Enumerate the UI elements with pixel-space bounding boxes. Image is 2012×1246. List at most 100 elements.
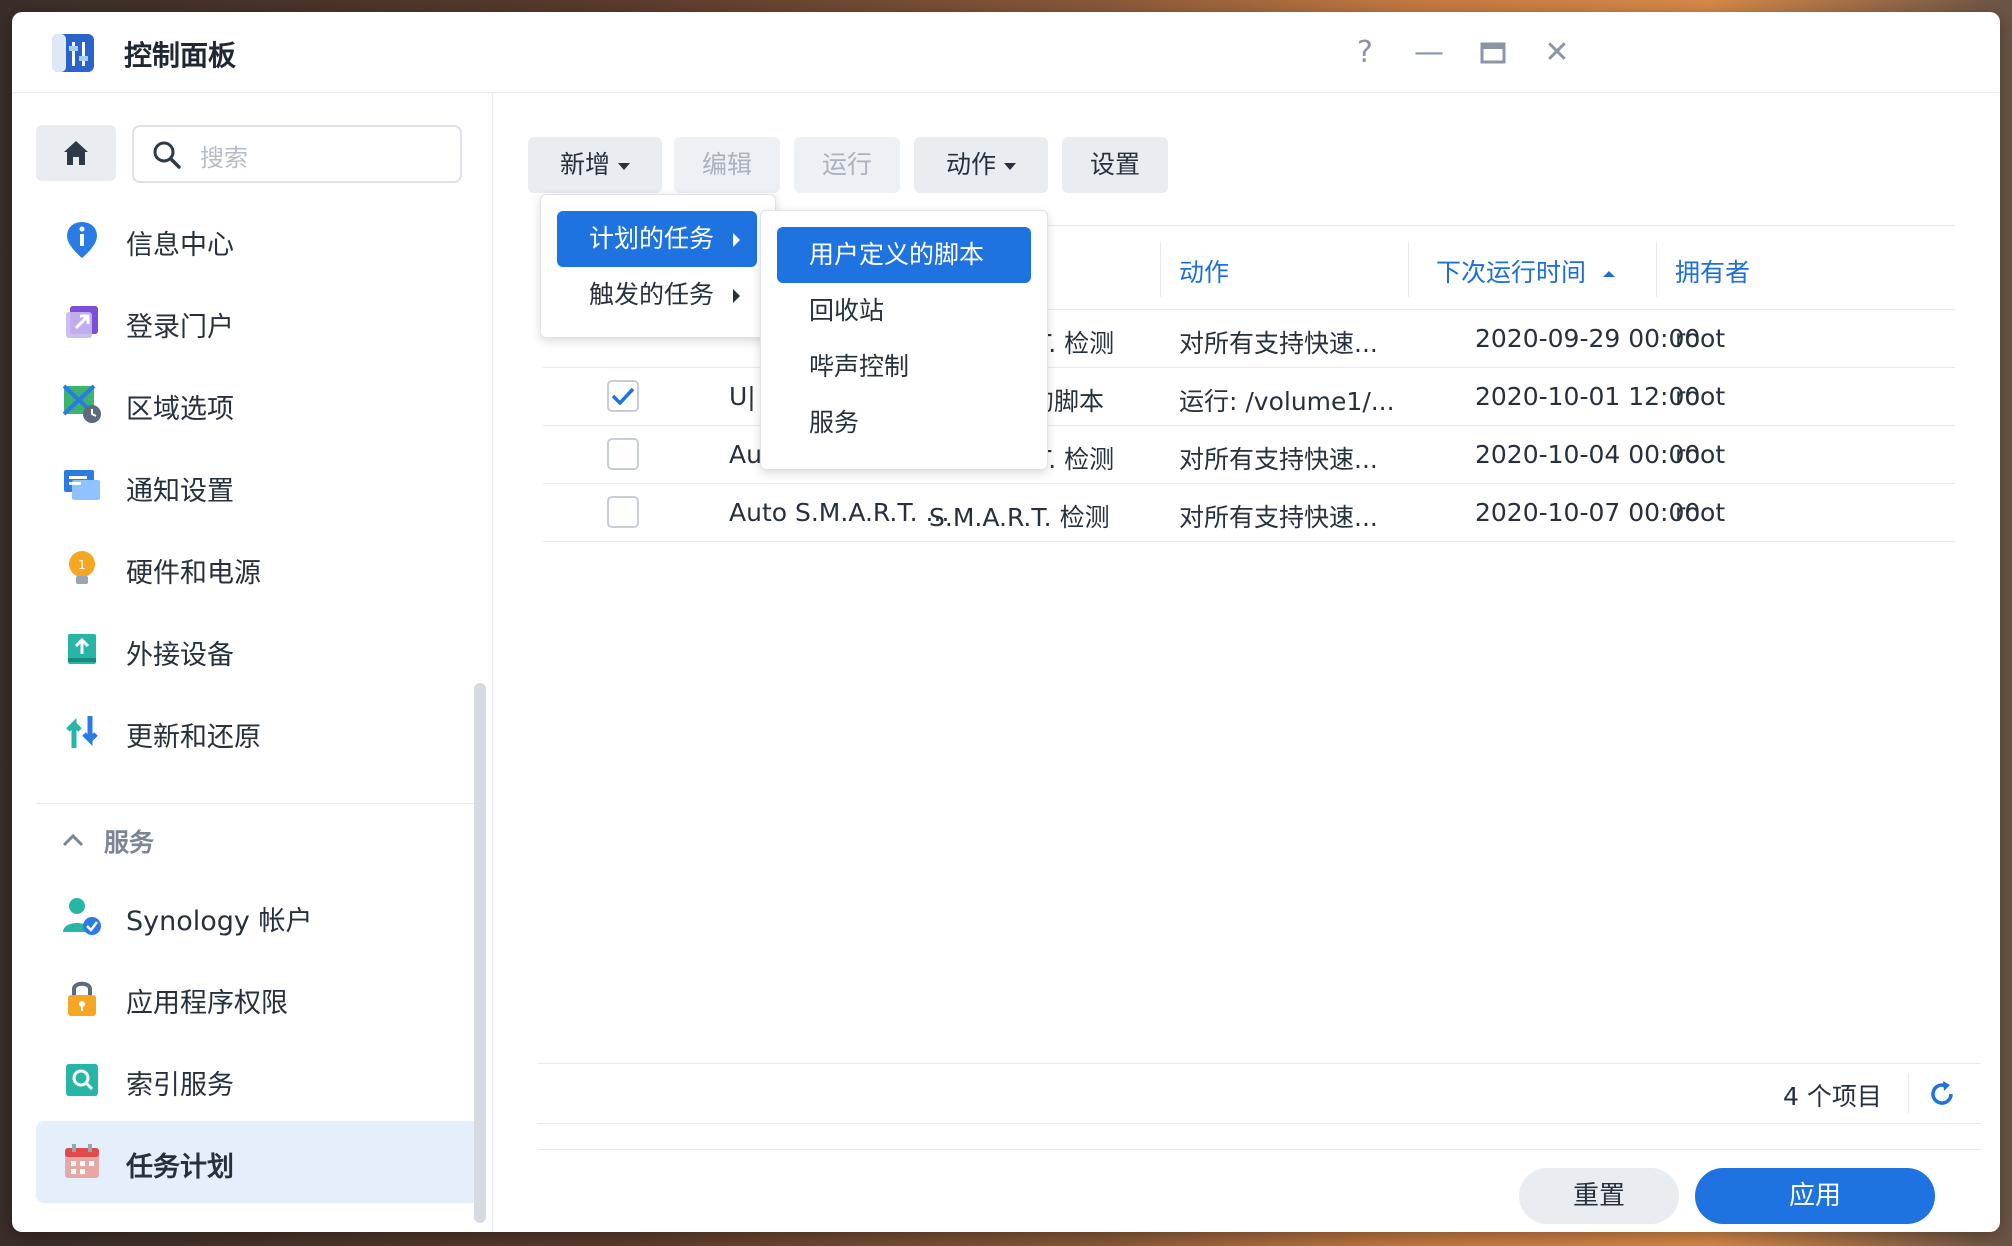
cell-next-run: 2020-10-01 12:00 (1475, 382, 1701, 411)
synology-account-icon (63, 898, 101, 935)
menu-item-scheduled-task[interactable]: 计划的任务 (557, 211, 757, 267)
apply-button[interactable]: 应用 (1695, 1168, 1935, 1224)
cell-name: Auto S.M.A.R.T. ... (729, 498, 950, 527)
minimize-icon[interactable]: — (1410, 34, 1448, 72)
cell-program: S.M.A.R.T. 检测 (929, 503, 1110, 532)
search-input[interactable]: 搜索 (132, 125, 462, 183)
sidebar-item-external-devices[interactable]: 外接设备 (36, 609, 480, 691)
sidebar-item-hardware-power[interactable]: 1 硬件和电源 (36, 527, 480, 609)
table-row[interactable]: Auto S.M.A.R.T. ... S.M.A.R.T. 检测 对所有支持快… (543, 483, 1955, 542)
sidebar-item-regional-options[interactable]: 区域选项 (36, 363, 480, 445)
close-icon[interactable]: ✕ (1538, 34, 1576, 72)
menu-item-beep-control[interactable]: 哔声控制 (777, 339, 1031, 395)
sidebar-scrollbar[interactable] (474, 683, 486, 1223)
sidebar-item-app-privileges[interactable]: 应用程序权限 (36, 957, 480, 1039)
home-icon (64, 141, 88, 165)
cell-next-run: 2020-09-29 00:00 (1475, 324, 1701, 353)
cell-owner: root (1675, 382, 1726, 411)
scheduled-task-submenu: 用户定义的脚本 回收站 哔声控制 服务 (760, 210, 1048, 470)
sidebar-item-update-restore[interactable]: 更新和还原 (36, 691, 480, 773)
sidebar-item-notification[interactable]: 通知设置 (36, 445, 480, 527)
cell-action: 运行: /volume1/... (1179, 387, 1395, 416)
search-placeholder: 搜索 (200, 144, 248, 172)
footer-divider (537, 1063, 1981, 1064)
row-checkbox[interactable] (607, 438, 639, 470)
run-button[interactable]: 运行 (794, 137, 900, 193)
cell-action: 对所有支持快速... (1179, 503, 1378, 532)
submenu-arrow-icon (733, 289, 740, 303)
lock-icon (68, 981, 96, 1016)
cell-next-run: 2020-10-07 00:00 (1475, 498, 1701, 527)
sidebar-item-login-portal[interactable]: 登录门户 (36, 281, 480, 363)
sidebar-item-label: 硬件和电源 (126, 558, 261, 589)
help-icon[interactable]: ? (1346, 34, 1384, 72)
sort-ascending-icon (1602, 271, 1615, 277)
reset-button[interactable]: 重置 (1519, 1168, 1679, 1224)
calendar-icon (65, 1144, 99, 1178)
footer-divider (537, 1123, 1981, 1124)
info-pin-icon (67, 222, 97, 258)
submenu-arrow-icon (733, 233, 740, 247)
refresh-icon[interactable] (1927, 1079, 1957, 1109)
sidebar: 搜索 信息中心 登录门户 区域选项 通知设置 1 硬件和电源 外接设备 更新和还… (12, 93, 493, 1232)
table-row[interactable]: Au .A.R.T. 检测 对所有支持快速... 2020-10-04 00:0… (543, 425, 1955, 484)
column-header-next-run[interactable]: 下次运行时间 (1436, 253, 1616, 289)
update-restore-icon (66, 716, 98, 748)
edit-button[interactable]: 编辑 (674, 137, 780, 193)
menu-item-recycle-bin[interactable]: 回收站 (777, 283, 1031, 339)
sidebar-item-label: 登录门户 (126, 312, 234, 343)
table-row[interactable]: U| 定义的脚本 运行: /volume1/... 2020-10-01 12:… (543, 367, 1955, 426)
footer-divider (537, 1149, 1981, 1150)
notification-icon (64, 470, 100, 500)
menu-item-service[interactable]: 服务 (777, 395, 1031, 451)
action-button-label: 动作 (945, 150, 996, 179)
cell-action: 对所有支持快速... (1179, 445, 1378, 474)
column-divider (1656, 241, 1657, 297)
cell-owner: root (1675, 440, 1726, 469)
svg-text:1: 1 (78, 558, 86, 572)
sidebar-item-label: 信息中心 (126, 230, 234, 261)
settings-button[interactable]: 设置 (1062, 137, 1168, 193)
cell-name: Au (729, 440, 762, 469)
column-header-owner[interactable]: 拥有者 (1675, 253, 1750, 289)
home-button[interactable] (36, 125, 116, 181)
column-divider (1160, 241, 1161, 297)
section-label: 服务 (104, 828, 155, 857)
menu-item-user-defined-script[interactable]: 用户定义的脚本 (777, 227, 1031, 283)
create-button[interactable]: 新增 (528, 137, 662, 193)
action-button[interactable]: 动作 (914, 137, 1048, 193)
sidebar-item-info-center[interactable]: 信息中心 (36, 199, 480, 281)
regional-options-icon (62, 384, 101, 423)
create-dropdown-menu: 计划的任务 触发的任务 (540, 194, 776, 338)
search-icon (153, 141, 181, 169)
login-portal-icon (66, 306, 98, 338)
sidebar-item-label: 通知设置 (126, 476, 234, 507)
sidebar-item-synology-account[interactable]: Synology 帐户 (36, 875, 480, 957)
control-panel-app-icon (52, 34, 94, 72)
column-divider (1408, 241, 1409, 297)
caret-down-icon (618, 162, 630, 170)
column-header-action[interactable]: 动作 (1179, 253, 1229, 289)
cell-name: U| (729, 382, 756, 411)
menu-item-triggered-task[interactable]: 触发的任务 (557, 267, 757, 323)
footer-separator (1908, 1073, 1909, 1113)
sidebar-item-label: 任务计划 (126, 1152, 234, 1183)
chevron-up-icon (62, 833, 84, 847)
sidebar-item-task-scheduler[interactable]: 任务计划 (36, 1121, 480, 1203)
sidebar-item-label: Synology 帐户 (126, 906, 313, 937)
sidebar-item-index-service[interactable]: 索引服务 (36, 1039, 480, 1121)
control-panel-window: 控制面板 ? — ✕ 搜索 信息中心 登录门户 区域选项 通知设置 1 硬件和电… (12, 12, 2000, 1232)
item-count: 4 个项目 (1783, 1082, 1882, 1111)
sidebar-item-label: 应用程序权限 (126, 988, 288, 1019)
sidebar-divider (36, 803, 480, 804)
cell-owner: root (1675, 324, 1726, 353)
maximize-icon[interactable] (1474, 34, 1512, 72)
column-header-label: 下次运行时间 (1436, 258, 1587, 287)
window-title: 控制面板 (124, 39, 237, 72)
sidebar-item-label: 外接设备 (126, 640, 234, 671)
cell-action: 对所有支持快速... (1179, 329, 1378, 358)
sidebar-item-label: 更新和还原 (126, 722, 261, 753)
row-checkbox[interactable] (607, 380, 639, 412)
lightbulb-icon: 1 (69, 551, 95, 584)
row-checkbox[interactable] (607, 496, 639, 528)
